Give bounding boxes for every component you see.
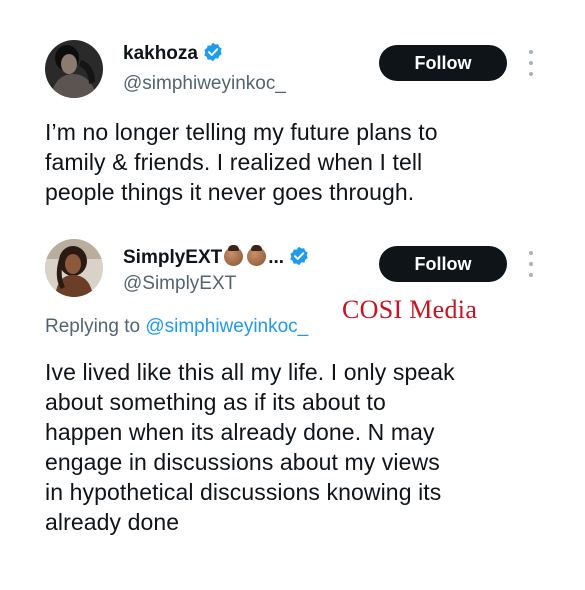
reply-to-link[interactable]: @simphiweyinkoc_ [145, 316, 308, 337]
dark-skin-face-emoji-icon [224, 245, 244, 266]
follow-button[interactable]: Follow [379, 45, 507, 81]
display-name[interactable]: kakhoza [123, 42, 223, 68]
handle[interactable]: @simphiweyinkoc_ [123, 73, 286, 95]
verified-badge-icon [203, 42, 223, 68]
verified-badge-icon [289, 246, 309, 272]
watermark: COSI Media [342, 295, 478, 324]
tweet-2: SimplyEXT... @SimplyEXT Follow COSI Medi… [0, 230, 585, 590]
tweet-1: kakhoza @simphiweyinkoc_ Follow I’m no l… [0, 0, 585, 230]
more-options-icon[interactable] [526, 251, 536, 277]
replying-to: Replying to @simphiweyinkoc_ [45, 316, 309, 337]
tweet-text: Ive lived like this all my life. I only … [45, 359, 455, 535]
avatar[interactable] [45, 239, 103, 297]
profile-photo-icon [45, 40, 103, 98]
profile-photo-icon [45, 239, 103, 297]
handle[interactable]: @SimplyEXT [123, 273, 236, 295]
more-options-icon[interactable] [526, 50, 536, 76]
follow-button[interactable]: Follow [379, 246, 507, 282]
avatar[interactable] [45, 40, 103, 98]
tweet-text: I’m no longer telling my future plans to… [45, 119, 438, 205]
display-name[interactable]: SimplyEXT... [123, 245, 309, 272]
dark-skin-face-emoji-icon [247, 245, 267, 266]
